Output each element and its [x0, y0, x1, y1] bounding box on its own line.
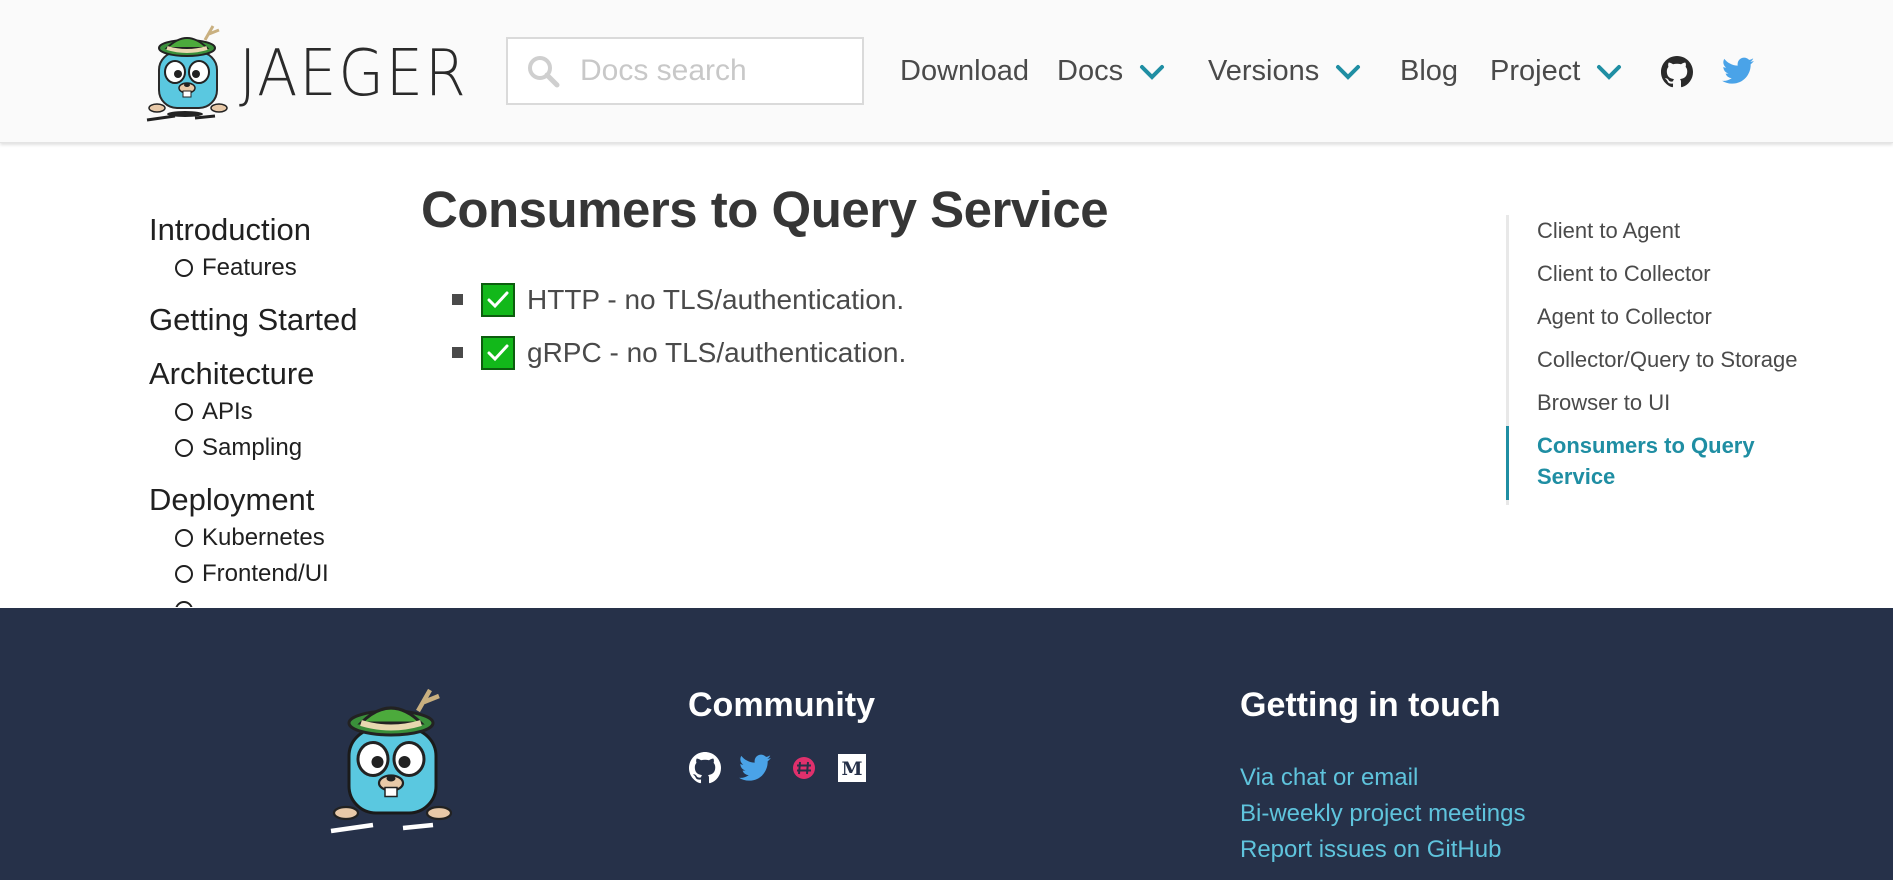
brand-text: JAEGER: [239, 37, 468, 111]
nav-versions-label: Versions: [1208, 55, 1320, 87]
circle-bullet-icon: [175, 403, 193, 421]
sidebar-item-label: Sampling: [202, 434, 303, 461]
github-icon[interactable]: [689, 752, 721, 784]
footer-getting-in-touch-heading: Getting in touch: [1240, 686, 1501, 724]
chevron-down-icon: [1336, 64, 1361, 80]
square-bullet-icon: [452, 347, 463, 358]
svg-text:M: M: [841, 758, 862, 780]
footer-touch-links: Via chat or email Bi-weekly project meet…: [1240, 760, 1525, 868]
nav-docs-dropdown[interactable]: Docs: [1057, 0, 1165, 143]
search-icon: [528, 56, 560, 88]
jaeger-gopher-logo: [330, 688, 453, 834]
brand-link[interactable]: JAEGER: [145, 22, 487, 122]
sidebar-item-label: Frontend/UI: [202, 560, 329, 587]
circle-bullet-icon: [175, 565, 193, 583]
sidebar-item-features[interactable]: Features: [175, 250, 389, 286]
sidebar-section-deployment[interactable]: Deployment: [149, 480, 389, 520]
nav-docs-label: Docs: [1057, 55, 1124, 87]
twitter-icon[interactable]: [739, 754, 771, 782]
docs-search-box[interactable]: [506, 37, 864, 105]
toc-item-client-to-agent[interactable]: Client to Agent: [1509, 215, 1846, 246]
sidebar-section-getting-started[interactable]: Getting Started: [149, 300, 389, 340]
table-of-contents: Client to Agent Client to Collector Agen…: [1506, 215, 1846, 505]
sidebar-section-architecture[interactable]: Architecture: [149, 354, 389, 394]
toc-item-browser-to-ui[interactable]: Browser to UI: [1509, 387, 1846, 418]
chevron-down-icon: [1597, 64, 1622, 80]
sidebar-item-frontend-ui[interactable]: Frontend/UI: [175, 556, 389, 592]
sidebar-section-introduction[interactable]: Introduction: [149, 210, 389, 250]
slack-icon[interactable]: [789, 753, 819, 783]
docs-search-input[interactable]: [580, 54, 850, 88]
github-icon[interactable]: [1661, 56, 1693, 88]
nav-download[interactable]: Download: [900, 0, 1029, 143]
sidebar-item-partial[interactable]: [175, 592, 389, 607]
medium-icon[interactable]: M: [837, 753, 867, 783]
nav-download-label: Download: [900, 55, 1029, 87]
sidebar-item-label: Kubernetes: [202, 524, 325, 551]
jaeger-gopher-logo: [146, 25, 228, 122]
toc-item-client-to-collector[interactable]: Client to Collector: [1509, 258, 1846, 289]
toc-item-consumers-to-query-service[interactable]: Consumers to Query Service: [1506, 426, 1769, 500]
check-mark-icon: [481, 282, 515, 317]
chevron-down-icon: [1140, 64, 1165, 80]
square-bullet-icon: [452, 294, 463, 305]
nav-project-label: Project: [1490, 55, 1581, 87]
security-list: HTTP - no TLS/authentication. gRPC - no …: [452, 273, 906, 379]
footer-community-heading: Community: [688, 686, 875, 724]
circle-bullet-icon: [175, 529, 193, 547]
circle-bullet-icon: [175, 439, 193, 457]
docs-sidebar: Introduction Features Getting Started Ar…: [149, 210, 389, 607]
list-item: HTTP - no TLS/authentication.: [452, 273, 906, 326]
toc-item-agent-to-collector[interactable]: Agent to Collector: [1509, 301, 1846, 332]
twitter-icon[interactable]: [1722, 57, 1754, 85]
toc-item-collector-query-to-storage[interactable]: Collector/Query to Storage: [1509, 344, 1846, 375]
nav-versions-dropdown[interactable]: Versions: [1208, 0, 1361, 143]
check-mark-icon: [481, 335, 515, 370]
page-title: Consumers to Query Service: [421, 181, 1109, 238]
sidebar-item-sampling[interactable]: Sampling: [175, 430, 389, 466]
footer: Community M Getting in touch Via chat or…: [0, 608, 1893, 880]
circle-bullet-icon: [175, 259, 193, 277]
circle-bullet-icon: [175, 601, 193, 607]
nav-blog-label: Blog: [1400, 55, 1459, 87]
footer-social-links: M: [689, 752, 885, 784]
list-item-text: gRPC - no TLS/authentication.: [527, 336, 907, 368]
nav-blog[interactable]: Blog: [1400, 0, 1458, 143]
footer-link-report-issues[interactable]: Report issues on GitHub: [1240, 832, 1525, 868]
sidebar-item-apis[interactable]: APIs: [175, 394, 389, 430]
footer-link-chat-email[interactable]: Via chat or email: [1240, 760, 1525, 796]
sidebar-item-label: Features: [202, 254, 297, 281]
list-item: gRPC - no TLS/authentication.: [452, 326, 906, 379]
footer-link-project-meetings[interactable]: Bi-weekly project meetings: [1240, 796, 1525, 832]
list-item-text: HTTP - no TLS/authentication.: [527, 283, 905, 315]
sidebar-item-label: APIs: [202, 398, 253, 425]
nav-project-dropdown[interactable]: Project: [1490, 0, 1622, 143]
navbar: JAEGER Download Docs Versions Blog Proje…: [0, 0, 1893, 143]
sidebar-item-kubernetes[interactable]: Kubernetes: [175, 520, 389, 556]
